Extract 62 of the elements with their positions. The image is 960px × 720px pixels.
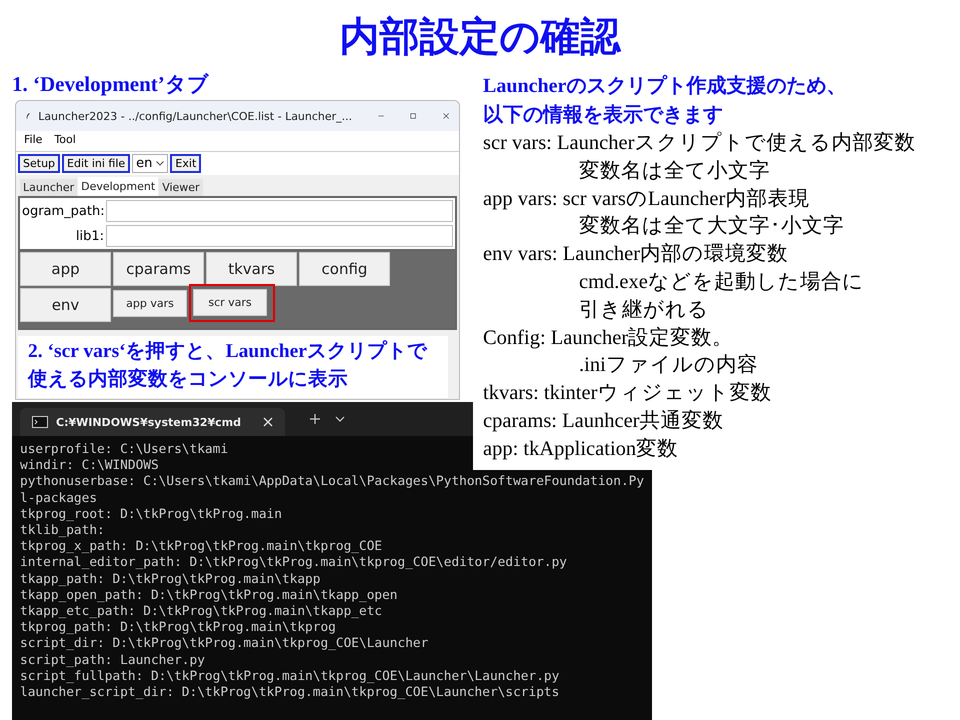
console-line: script_path: Launcher.py bbox=[20, 652, 205, 669]
description-line: scr vars: Launcherスクリプトで使える内部変数 bbox=[483, 130, 916, 156]
terminal-tab[interactable]: C:¥WINDOWS¥system32¥cmd bbox=[20, 408, 286, 436]
console-line: tkprog_root: D:\tkProg\tkProg.main bbox=[20, 506, 282, 524]
console-line: tkapp_path: D:\tkProg\tkProg.main\tkapp bbox=[20, 572, 320, 588]
description-heading: 以下の情報を表示できます bbox=[483, 103, 724, 128]
vars-button[interactable]: tkvars bbox=[206, 252, 297, 286]
console-line: tkprog_path: D:\tkProg\tkProg.main\tkprog bbox=[20, 620, 336, 636]
description-line: 変数名は全て大文字･小文字 bbox=[578, 214, 845, 240]
description-line: cmd.exeなどを起動した場合に bbox=[578, 270, 865, 295]
vars-button[interactable]: config bbox=[299, 252, 390, 286]
console-line: tklib_path: bbox=[20, 523, 105, 540]
console-line: userprofile: C:\Users\tkami bbox=[20, 442, 228, 458]
vars-button[interactable]: app vars bbox=[113, 290, 187, 317]
console-line: l-packages bbox=[20, 490, 98, 507]
description-line: cparams: Launhcer共通変数 bbox=[483, 408, 725, 434]
description-line: 変数名は全て小文字 bbox=[578, 158, 771, 184]
close-icon[interactable] bbox=[442, 110, 449, 122]
toolbar-button[interactable]: Setup bbox=[18, 154, 60, 173]
close-icon[interactable] bbox=[263, 417, 274, 427]
description-line: app: tkApplication変数 bbox=[483, 436, 680, 462]
chevron-down-icon bbox=[156, 161, 164, 166]
tab[interactable]: Viewer bbox=[159, 179, 203, 196]
description-line: .iniファイルの内容 bbox=[578, 352, 759, 378]
tab[interactable]: Development bbox=[78, 177, 158, 196]
description-heading: Launcherのスクリプト作成支援のため、 bbox=[483, 74, 848, 99]
console-line: tkapp_open_path: D:\tkProg\tkProg.main\tkapp_open bbox=[20, 588, 398, 604]
description-line: Config: Launcher設定変数。 bbox=[483, 326, 734, 351]
console-line: tkapp_etc_path: D:\tkProg\tkProg.main\tkapp_etc bbox=[20, 604, 382, 620]
field-label: ogram_path: bbox=[22, 204, 106, 218]
input-field[interactable] bbox=[106, 225, 453, 247]
vars-button[interactable]: scr vars bbox=[193, 289, 267, 316]
vars-button[interactable]: app bbox=[20, 252, 111, 286]
step-callout: 2. ‘scr vars‘を押すと、Launcherスクリプトで使える内部変数をコンソールに表示 bbox=[18, 336, 448, 398]
description-line: app vars: scr varsのLauncher内部表現 bbox=[483, 186, 810, 212]
description-line: tkvars: tkinterウィジェット変数 bbox=[483, 380, 772, 406]
menu-item[interactable]: File bbox=[24, 133, 42, 149]
description-line: 引き継がれる bbox=[578, 298, 710, 323]
step-heading: 1. ‘Development’タブ bbox=[12, 71, 209, 98]
console-line: script_dir: D:\tkProg\tkProg.main\tkprog_COE\Launcher bbox=[20, 636, 428, 653]
toolbar-button[interactable]: Exit bbox=[170, 154, 202, 173]
console-line: internal_editor_path: D:\tkProg\tkProg.main\tkprog_COE\editor/editor.py bbox=[20, 555, 568, 572]
console-line: windir: C:\WINDOWS bbox=[20, 458, 159, 474]
vars-button[interactable]: cparams bbox=[113, 252, 204, 286]
terminal-icon bbox=[32, 416, 48, 428]
input-field[interactable] bbox=[106, 200, 453, 222]
tab-title: C:¥WINDOWS¥system32¥cmd bbox=[56, 416, 242, 428]
console-line: pythonuserbase: C:\Users\tkami\AppData\Local\Packages\PythonSoftwareFoundation.Py bbox=[20, 474, 644, 491]
console-line: tkprog_x_path: D:\tkProg\tkProg.main\tkprog_COE bbox=[20, 539, 382, 556]
window-title: Launcher2023 - ../config/Launcher\COE.list - Launcher_... bbox=[38, 110, 352, 122]
tab[interactable]: Launcher bbox=[20, 179, 78, 196]
vars-button[interactable]: env bbox=[20, 288, 111, 322]
console-line: script_fullpath: D:\tkProg\tkProg.main\tkprog_COE\Launcher\Launcher.py bbox=[20, 668, 560, 686]
console-line: launcher_script_dir: D:\tkProg\tkProg.main\tkprog_COE\Launcher\scripts bbox=[20, 685, 560, 702]
description-line: env vars: Launcher内部の環境変数 bbox=[483, 242, 790, 268]
slide-title: 内部設定の確認 bbox=[338, 13, 622, 62]
menu-item[interactable]: Tool bbox=[54, 133, 76, 149]
field-label: lib1: bbox=[74, 228, 105, 244]
language-dropdown[interactable]: en bbox=[132, 154, 168, 173]
toolbar-button[interactable]: Edit ini file bbox=[62, 154, 130, 173]
new-tab-icon[interactable] bbox=[309, 413, 322, 425]
chevron-down-icon[interactable] bbox=[335, 416, 346, 422]
